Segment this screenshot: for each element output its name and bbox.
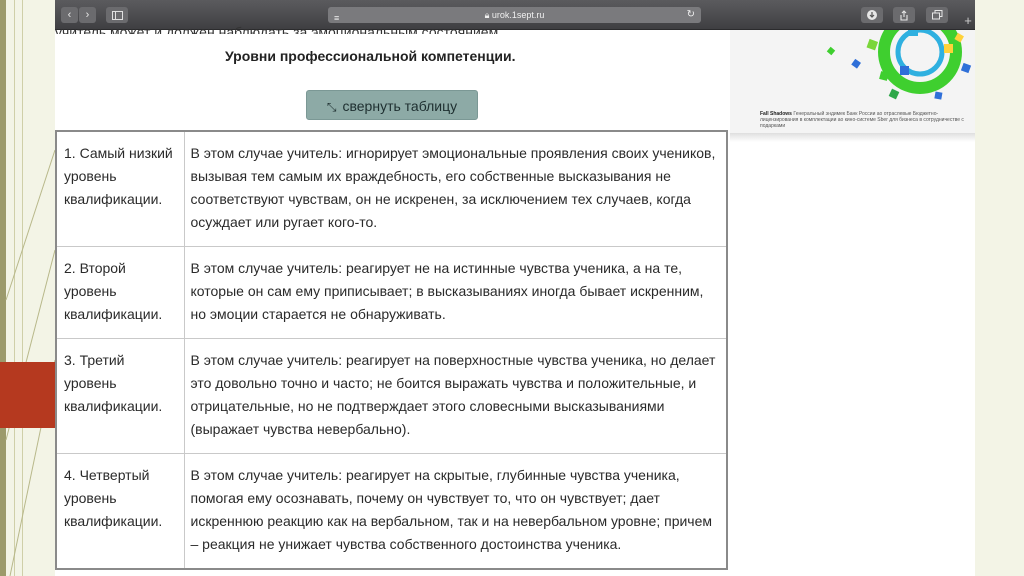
forward-button[interactable]: › [79, 7, 96, 23]
level-cell: 4. Четвертый уровень квалификации. [55, 453, 185, 570]
collapse-arrows-icon: ⤡ [326, 100, 337, 114]
page-content: учитель может и должен наблюдать за эмоц… [55, 24, 975, 576]
table-row: 2. Второй уровень квалификации. В этом сл… [55, 246, 728, 339]
lock-icon: 🔒︎ [484, 10, 490, 20]
address-text: urok.1sept.ru [491, 10, 545, 20]
ad-graphic [826, 30, 972, 100]
table-row: 1. Самый низкий уровень квалификации. В э… [55, 130, 728, 247]
description-cell: В этом случае учитель: реагирует не на и… [183, 246, 728, 339]
slide-accent-block [0, 362, 56, 428]
share-button[interactable] [893, 7, 915, 23]
tabs-icon [931, 10, 942, 20]
chevron-left-icon: ‹ [67, 9, 72, 21]
share-icon [900, 10, 908, 21]
cut-off-text: учитель может и должен наблюдать за эмоц… [55, 24, 499, 34]
tabs-button[interactable] [926, 7, 948, 23]
competence-table: 1. Самый низкий уровень квалификации. В э… [55, 130, 728, 570]
download-button[interactable] [861, 7, 883, 23]
level-cell: 1. Самый низкий уровень квалификации. [55, 130, 185, 247]
download-icon [867, 10, 877, 20]
reload-icon[interactable]: ↻ [687, 7, 695, 23]
level-cell: 3. Третий уровень квалификации. [55, 338, 185, 454]
ad-caption: Fall Shadows Генеральный эндимек Банк Ро… [760, 111, 975, 129]
back-button[interactable]: ‹ [61, 7, 78, 23]
advertisement[interactable]: Fall Shadows Генеральный эндимек Банк Ро… [730, 30, 975, 134]
level-cell: 2. Второй уровень квалификации. [55, 246, 185, 339]
description-cell: В этом случае учитель: игнорирует эмоцио… [183, 130, 728, 247]
description-cell: В этом случае учитель: реагирует на скры… [183, 453, 728, 570]
description-cell: В этом случае учитель: реагирует на пове… [183, 338, 728, 454]
page-title: Уровни профессиональной компетенции. [225, 48, 516, 64]
new-tab-button[interactable]: + [961, 12, 975, 30]
sidebar-icon [111, 11, 123, 20]
slide-decor-diagonals [5, 149, 56, 576]
table-row: 4. Четвертый уровень квалификации. В этом… [55, 453, 728, 570]
chevron-right-icon: › [85, 9, 90, 21]
collapse-table-label: свернуть таблицу [342, 98, 458, 114]
ad-shadow [730, 134, 975, 142]
address-bar[interactable]: ≡ 🔒︎ urok.1sept.ru ↻ [328, 7, 701, 23]
sidebar-toggle-button[interactable] [106, 7, 128, 23]
collapse-table-button[interactable]: ⤡ свернуть таблицу [306, 90, 478, 120]
browser-window: ‹ › ≡ 🔒︎ urok.1sept.ru ↻ + учитель может… [55, 0, 975, 576]
table-row: 3. Третий уровень квалификации. В этом сл… [55, 338, 728, 454]
